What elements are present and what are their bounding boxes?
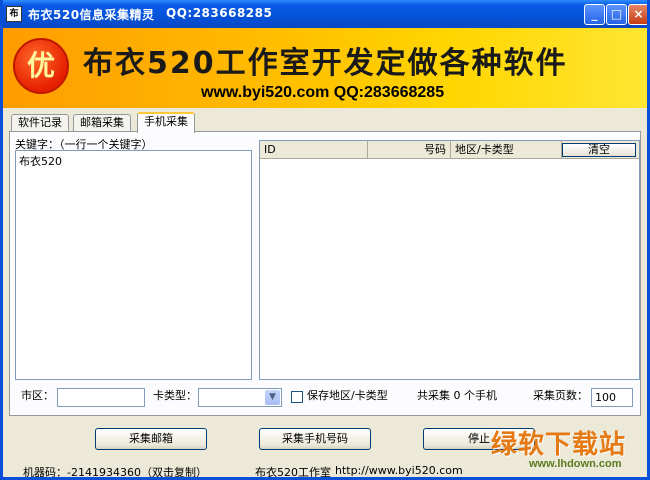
pages-label: 采集页数： [533, 389, 588, 402]
city-input[interactable] [57, 388, 145, 407]
collect-email-button[interactable]: 采集邮箱 [95, 428, 207, 450]
list-header: ID 号码 地区/卡类型 清空 [260, 141, 639, 159]
title-bar[interactable]: 布 布衣520信息采集精灵 QQ:283668285 _ □ × [3, 0, 647, 28]
chevron-down-icon[interactable]: ▼ [265, 390, 280, 405]
tab-phone-collect[interactable]: 手机采集 [137, 112, 195, 133]
watermark-title: 绿软下载站 [491, 430, 627, 460]
clear-button[interactable]: 清空 [562, 143, 636, 157]
app-icon[interactable]: 布 [6, 6, 22, 22]
column-region[interactable]: 地区/卡类型 [450, 141, 562, 159]
main-window: 布 布衣520信息采集精灵 QQ:283668285 _ □ × 优 布衣520… [0, 0, 650, 480]
card-type-select[interactable]: ▼ [198, 388, 282, 407]
result-list[interactable]: ID 号码 地区/卡类型 清空 [259, 140, 640, 380]
card-type-label: 卡类型： [153, 389, 197, 402]
status-studio: 布衣520工作室 [255, 466, 331, 479]
tab-email-collect[interactable]: 邮箱采集 [73, 114, 131, 132]
logo: 优 [13, 38, 69, 94]
watermark-url: www.lhdown.com [529, 458, 622, 470]
total-collected-text: 共采集 0 个手机 [417, 389, 497, 402]
close-icon: × [633, 7, 644, 21]
save-region-label[interactable]: 保存地区/卡类型 [307, 387, 388, 403]
column-id[interactable]: ID [260, 141, 368, 159]
save-region-checkbox[interactable] [291, 391, 303, 403]
watermark: 绿软下载站 www.lhdown.com [491, 424, 647, 474]
banner-url: www.byi520.com QQ:283668285 [201, 84, 445, 101]
column-number[interactable]: 号码 [368, 141, 450, 159]
window-title-qq: QQ:283668285 [166, 6, 273, 20]
window-title: 布衣520信息采集精灵 [28, 8, 155, 22]
tab-software-records[interactable]: 软件记录 [11, 114, 69, 132]
pages-input[interactable]: 100 [591, 388, 633, 407]
keyword-textarea[interactable]: 布衣520 [15, 150, 252, 380]
maximize-icon: □ [610, 7, 623, 21]
collect-phone-button[interactable]: 采集手机号码 [259, 428, 371, 450]
banner-title: 布衣520工作室开发定做各种软件 [83, 46, 568, 81]
status-url[interactable]: http://www.byi520.com [335, 464, 463, 477]
close-button[interactable]: × [628, 4, 647, 25]
minimize-button[interactable]: _ [584, 4, 605, 25]
maximize-button[interactable]: □ [606, 4, 627, 25]
minimize-icon: _ [591, 7, 598, 21]
city-label: 市区： [21, 389, 54, 402]
machine-code[interactable]: 机器码：-2141934360（双击复制） [23, 464, 207, 477]
banner: 优 布衣520工作室开发定做各种软件 www.byi520.com QQ:283… [3, 28, 647, 108]
